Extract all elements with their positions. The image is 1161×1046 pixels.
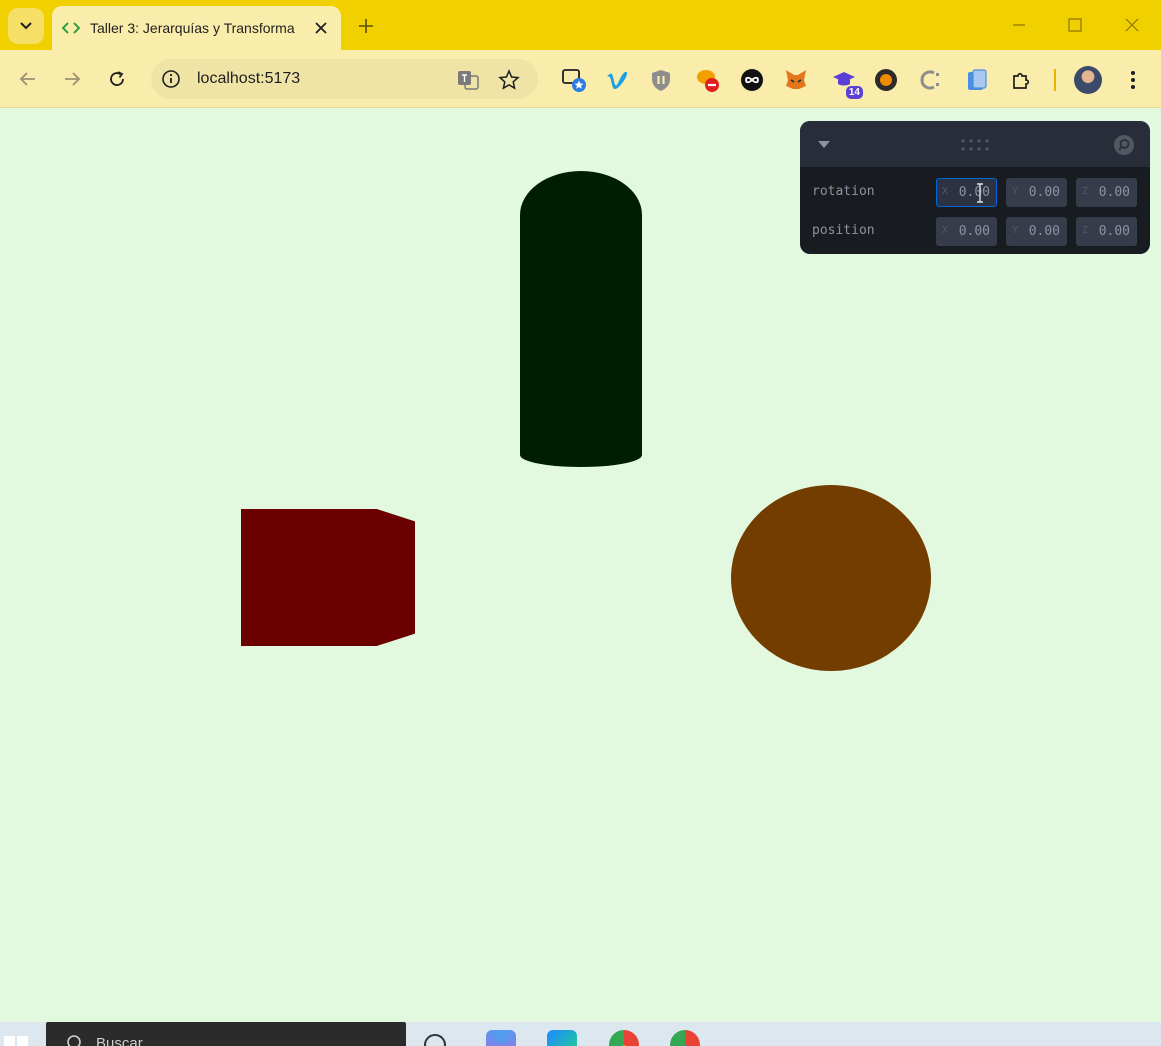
rotation-label: rotation	[812, 184, 875, 199]
extension-c[interactable]	[918, 67, 944, 93]
reload-icon	[110, 71, 124, 86]
minimize-icon	[1013, 24, 1025, 26]
address-bar[interactable]: localhost:5173	[151, 59, 538, 99]
taskbar-search-placeholder: Buscar	[96, 1035, 143, 1046]
close-icon	[1125, 18, 1139, 32]
reload-button[interactable]	[103, 65, 131, 93]
position-label: position	[812, 223, 875, 238]
new-tab-button[interactable]	[354, 14, 378, 38]
extensions-menu-button[interactable]	[1009, 67, 1035, 93]
url-text[interactable]: localhost:5173	[197, 70, 300, 88]
extension-infinity[interactable]	[739, 67, 765, 93]
extension-metamask[interactable]	[783, 67, 809, 93]
position-x-input[interactable]: X 0.00	[936, 217, 997, 246]
forward-button[interactable]	[58, 65, 86, 93]
extension-tab-manager[interactable]	[561, 67, 587, 93]
maximize-icon	[1068, 18, 1082, 32]
browser-menu-button[interactable]	[1120, 67, 1146, 93]
axis-z-label: Z	[1082, 225, 1089, 236]
tab-title: Taller 3: Jerarquías y Transforma	[90, 20, 295, 36]
minimize-button[interactable]	[1006, 12, 1032, 38]
collapse-caret-icon[interactable]	[816, 138, 832, 150]
position-y-value[interactable]: 0.00	[1029, 224, 1060, 239]
rotation-y-value[interactable]: 0.00	[1029, 185, 1060, 200]
rotation-z-value[interactable]: 0.00	[1099, 185, 1130, 200]
rotation-row: rotation X 0.00 Y 0.00 Z 0.00	[800, 178, 1150, 208]
cylinder-mesh[interactable]	[520, 171, 642, 467]
taskbar-search-box[interactable]: Buscar	[46, 1022, 406, 1046]
code-brackets-icon	[62, 22, 80, 34]
drag-handle-icon[interactable]	[960, 138, 990, 152]
webstorm-icon[interactable]	[547, 1030, 577, 1046]
text-cursor-icon	[977, 183, 983, 203]
fox-icon	[786, 70, 806, 89]
extension-clipboard[interactable]	[963, 67, 989, 93]
more-vertical-icon	[1131, 71, 1135, 89]
vimeo-icon	[607, 71, 628, 89]
axis-z-label: Z	[1082, 186, 1089, 197]
task-view-icon[interactable]	[424, 1034, 446, 1046]
extension-courses[interactable]: 14	[831, 67, 863, 99]
chrome-profile-icon[interactable]	[670, 1030, 700, 1046]
axis-x-label: X	[942, 186, 949, 197]
position-x-value[interactable]: 0.00	[959, 224, 990, 239]
toolbar-separator	[1054, 69, 1056, 91]
search-icon[interactable]	[1112, 133, 1136, 157]
position-z-value[interactable]: 0.00	[1099, 224, 1130, 239]
site-info-icon[interactable]	[161, 69, 181, 89]
rotation-z-input[interactable]: Z 0.00	[1076, 178, 1137, 207]
chevron-down-icon	[20, 22, 32, 30]
infinity-icon	[741, 69, 763, 91]
windows-taskbar: Buscar	[0, 1022, 1161, 1046]
search-icon	[67, 1035, 81, 1046]
axis-x-label: X	[942, 225, 949, 236]
maximize-button[interactable]	[1062, 12, 1088, 38]
close-window-button[interactable]	[1119, 12, 1145, 38]
extension-badge: 14	[845, 86, 863, 99]
close-tab-icon[interactable]	[311, 18, 331, 38]
window-star-icon	[562, 69, 586, 92]
rotation-x-input[interactable]: X 0.00	[936, 178, 997, 207]
record-icon	[875, 69, 897, 91]
shield-icon	[652, 70, 670, 91]
active-tab[interactable]: Taller 3: Jerarquías y Transforma	[52, 6, 341, 50]
copilot-icon[interactable]	[486, 1030, 516, 1046]
blocker-icon	[697, 70, 719, 92]
axis-y-label: Y	[1012, 186, 1019, 197]
panel-header[interactable]	[800, 121, 1150, 167]
extension-record[interactable]	[873, 67, 899, 93]
plus-icon	[359, 19, 373, 33]
arrow-left-icon	[19, 72, 35, 86]
extension-blocker[interactable]	[695, 67, 721, 93]
position-y-input[interactable]: Y 0.00	[1006, 217, 1067, 246]
position-row: position X 0.00 Y 0.00 Z 0.00	[800, 217, 1150, 247]
back-button[interactable]	[14, 65, 42, 93]
extension-shield[interactable]	[648, 67, 674, 93]
arrow-right-icon	[65, 72, 81, 86]
windows-start-icon[interactable]	[4, 1036, 28, 1046]
tab-search-button[interactable]	[8, 8, 44, 44]
chrome-icon[interactable]	[609, 1030, 639, 1046]
puzzle-icon	[1013, 72, 1030, 89]
translate-icon[interactable]	[457, 69, 479, 91]
controls-panel: rotation X 0.00 Y 0.00 Z 0.00 position X…	[800, 121, 1150, 254]
profile-avatar[interactable]	[1074, 66, 1102, 94]
extension-vimeo[interactable]	[604, 67, 630, 93]
rotation-y-input[interactable]: Y 0.00	[1006, 178, 1067, 207]
clipboard-icon	[968, 69, 987, 90]
box-mesh[interactable]	[241, 509, 415, 646]
sphere-mesh[interactable]	[731, 485, 931, 671]
position-z-input[interactable]: Z 0.00	[1076, 217, 1137, 246]
axis-y-label: Y	[1012, 225, 1019, 236]
tab-strip: Taller 3: Jerarquías y Transforma	[0, 0, 1161, 50]
bookmark-star-icon[interactable]	[498, 69, 520, 91]
browser-toolbar: localhost:5173 14	[0, 50, 1161, 108]
c-letter-icon	[920, 70, 939, 90]
